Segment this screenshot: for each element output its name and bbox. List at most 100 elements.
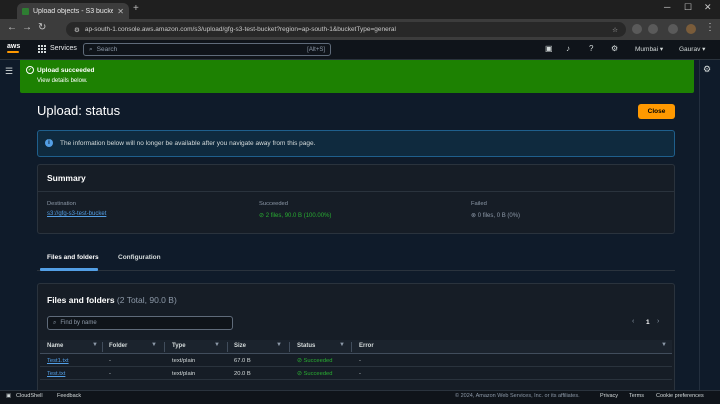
column-divider[interactable] (102, 342, 103, 352)
file-type: text/plain (172, 371, 196, 377)
minimize-icon[interactable]: ─ (664, 2, 670, 12)
site-info-icon[interactable]: ⚙ (74, 26, 80, 34)
info-alert: The information below will no longer be … (37, 130, 675, 157)
region-selector[interactable]: Mumbai ▾ (635, 45, 663, 53)
reload-icon[interactable]: ↻ (38, 22, 46, 33)
browser-tab-title: Upload objects - S3 bucket gfg (33, 7, 114, 15)
left-rail (0, 60, 18, 390)
find-by-name-input[interactable]: ⌕ Find by name (47, 316, 233, 330)
new-tab-icon[interactable]: + (133, 3, 139, 14)
sort-caret-icon[interactable]: ▼ (661, 342, 667, 348)
destination-label: Destination (47, 201, 77, 207)
next-page-icon[interactable]: › (657, 318, 659, 325)
success-check-icon: ⊘ (297, 371, 302, 377)
services-menu[interactable]: Services (50, 45, 77, 52)
column-header-folder[interactable]: Folder (109, 343, 127, 349)
table-row (40, 355, 672, 367)
back-icon[interactable]: ← (7, 22, 17, 33)
cloudshell-footer-icon[interactable]: ▣ (6, 393, 11, 399)
file-size: 67.0 B (234, 358, 251, 364)
column-divider[interactable] (164, 342, 165, 352)
close-button[interactable]: Close (638, 104, 675, 119)
address-bar[interactable]: ⚙ ap-south-1.console.aws.amazon.com/s3/u… (66, 22, 626, 37)
prev-page-icon[interactable]: ‹ (632, 318, 634, 325)
info-icon: i (45, 139, 53, 147)
bookmark-star-icon[interactable]: ☆ (612, 26, 618, 34)
maximize-icon[interactable]: ☐ (684, 2, 692, 13)
flash-title: Upload succeeded (37, 67, 95, 74)
files-title: Files and folders (2 Total, 90.0 B) (47, 295, 177, 305)
column-divider[interactable] (227, 342, 228, 352)
tab-files-and-folders[interactable]: Files and folders (47, 254, 99, 261)
destination-link[interactable]: s3://gfg-s3-test-bucket (47, 211, 106, 217)
sort-caret-icon[interactable]: ▼ (214, 342, 220, 348)
find-placeholder: Find by name (60, 320, 97, 326)
column-divider[interactable] (351, 342, 352, 352)
right-rail (699, 60, 720, 390)
failed-value-text: 0 files, 0 B (0%) (477, 213, 521, 219)
succeeded-value-text: 2 files, 90.0 B (100.00%) (265, 213, 332, 219)
column-header-status[interactable]: Status (297, 343, 315, 349)
close-window-icon[interactable]: ✕ (704, 2, 712, 13)
forward-icon[interactable]: → (22, 22, 32, 33)
failed-label: Failed (471, 201, 487, 207)
file-folder: - (109, 371, 111, 377)
extension-icon[interactable] (632, 24, 642, 34)
cloudshell-link[interactable]: CloudShell (16, 393, 43, 399)
table-header (40, 340, 672, 354)
settings-gear-icon[interactable]: ⚙ (611, 44, 618, 53)
cookie-preferences-link[interactable]: Cookie preferences (656, 393, 704, 399)
succeeded-value: ⊘ 2 files, 90.0 B (100.00%) (259, 212, 331, 219)
success-check-icon: ✓ (26, 66, 34, 74)
succeeded-label: Succeeded (259, 201, 289, 207)
browser-tab[interactable]: Upload objects - S3 bucket gfg ✕ (17, 3, 129, 19)
notifications-bell-icon[interactable]: ♪ (566, 44, 570, 53)
sort-caret-icon[interactable]: ▼ (276, 342, 282, 348)
success-check-icon: ⊘ (259, 213, 265, 219)
sort-caret-icon[interactable]: ▼ (339, 342, 345, 348)
address-url: ap-south-1.console.aws.amazon.com/s3/upl… (84, 26, 396, 33)
active-tab-indicator (40, 268, 98, 271)
s3-favicon-icon (22, 7, 29, 15)
sort-caret-icon[interactable]: ▼ (92, 342, 98, 348)
file-error: - (359, 371, 361, 377)
success-check-icon: ⊘ (297, 358, 302, 364)
terms-link[interactable]: Terms (629, 393, 644, 399)
menu-hamburger-icon[interactable]: ☰ (5, 66, 13, 77)
column-header-error[interactable]: Error (359, 343, 374, 349)
failed-x-icon: ⊗ (471, 213, 477, 219)
cloudshell-icon[interactable]: ▣ (545, 44, 553, 53)
browser-menu-icon[interactable]: ⋮ (705, 22, 715, 33)
files-count: (2 Total, 90.0 B) (116, 295, 177, 305)
file-status: ⊘ Succeeded (297, 358, 333, 364)
page-number[interactable]: 1 (646, 319, 650, 326)
profile-avatar[interactable] (686, 24, 696, 34)
column-divider[interactable] (289, 342, 290, 352)
files-title-text: Files and folders (47, 295, 115, 305)
extensions-puzzle-icon[interactable] (648, 24, 658, 34)
aws-logo[interactable]: aws (7, 43, 20, 53)
file-name-link[interactable]: Test.txt (47, 371, 65, 377)
privacy-link[interactable]: Privacy (600, 393, 618, 399)
table-row (40, 368, 672, 380)
preferences-icon[interactable]: ⚙ (703, 64, 711, 75)
column-header-size[interactable]: Size (234, 343, 246, 349)
file-name-link[interactable]: Test1.txt (47, 358, 69, 364)
search-input[interactable]: ⌕ Search [Alt+S] (83, 43, 331, 56)
file-size: 20.0 B (234, 371, 251, 377)
feedback-link[interactable]: Feedback (57, 393, 81, 399)
file-status-text: Succeeded (303, 371, 333, 377)
help-icon[interactable]: ? (589, 44, 593, 53)
copyright: © 2024, Amazon Web Services, Inc. or its… (455, 393, 580, 399)
column-header-type[interactable]: Type (172, 343, 186, 349)
sort-caret-icon[interactable]: ▼ (151, 342, 157, 348)
summary-header (37, 164, 675, 192)
search-icon: ⌕ (53, 319, 57, 326)
column-header-name[interactable]: Name (47, 343, 63, 349)
account-menu[interactable]: Gaurav ▾ (679, 45, 705, 53)
sidepanel-icon[interactable] (668, 24, 678, 34)
close-tab-icon[interactable]: ✕ (117, 7, 124, 16)
file-type: text/plain (172, 358, 196, 364)
tab-configuration[interactable]: Configuration (118, 254, 161, 261)
services-grid-icon[interactable] (38, 45, 46, 53)
